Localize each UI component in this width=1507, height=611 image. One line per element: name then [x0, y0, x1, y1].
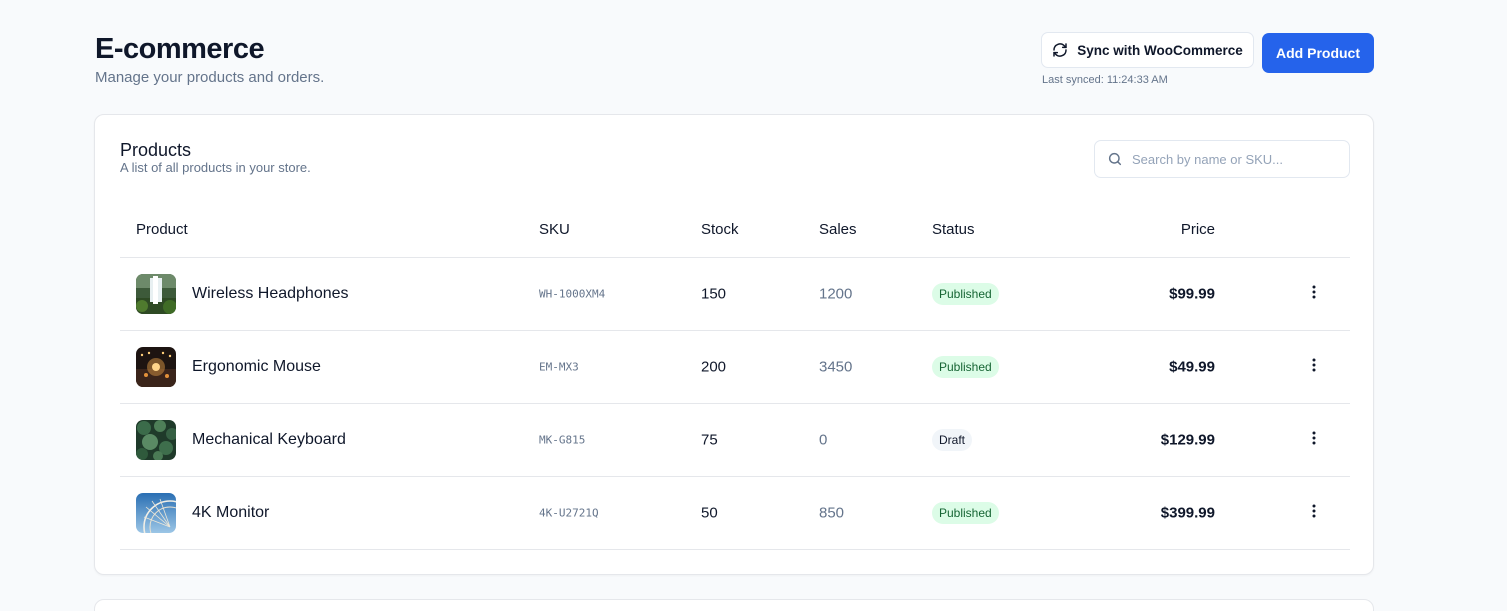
product-sku: 4K-U2721Q [539, 506, 599, 520]
column-header-sku[interactable]: SKU [539, 221, 570, 238]
product-sales: 850 [819, 504, 845, 522]
product-sales: 3450 [819, 358, 853, 376]
product-price: $129.99 [1160, 431, 1215, 449]
status-badge: Published [932, 502, 999, 524]
column-header-stock[interactable]: Stock [701, 221, 739, 238]
add-product-button[interactable]: Add Product [1262, 33, 1374, 73]
product-sales: 0 [819, 431, 828, 449]
more-vertical-icon [1306, 357, 1322, 378]
status-badge: Draft [932, 429, 973, 451]
column-header-price[interactable]: Price [1181, 221, 1215, 238]
product-thumbnail-foliage [136, 420, 176, 460]
secondary-card [94, 599, 1374, 611]
table-row[interactable]: Mechanical Keyboard MK-G815 75 0 Draft $… [120, 404, 1350, 477]
status-badge: Published [932, 356, 999, 378]
table-row[interactable]: Ergonomic Mouse EM-MX3 200 3450 Publishe… [120, 331, 1350, 404]
sync-woocommerce-button[interactable]: Sync with WooCommerce [1041, 32, 1254, 68]
product-stock: 75 [701, 431, 718, 449]
search-icon [1107, 151, 1123, 167]
product-stock: 50 [701, 504, 718, 522]
product-thumbnail-lights [136, 347, 176, 387]
products-card: Products A list of all products in your … [94, 114, 1374, 575]
product-price: $49.99 [1169, 358, 1215, 376]
ecommerce-page: E-commerce Manage your products and orde… [0, 0, 1507, 611]
page-subtitle: Manage your products and orders. [95, 69, 325, 86]
refresh-icon [1052, 42, 1068, 58]
product-sku: MK-G815 [539, 433, 586, 447]
more-vertical-icon [1306, 430, 1322, 451]
search-input[interactable] [1132, 151, 1342, 167]
product-sku: WH-1000XM4 [539, 287, 606, 301]
column-header-status[interactable]: Status [932, 221, 975, 238]
more-vertical-icon [1306, 284, 1322, 305]
column-header-product[interactable]: Product [136, 221, 188, 238]
more-vertical-icon [1306, 503, 1322, 524]
product-name[interactable]: Ergonomic Mouse [192, 358, 321, 376]
product-sku: EM-MX3 [539, 360, 579, 374]
product-name[interactable]: Wireless Headphones [192, 285, 349, 303]
product-name[interactable]: 4K Monitor [192, 504, 269, 522]
table-row[interactable]: 4K Monitor 4K-U2721Q 50 850 Published $3… [120, 477, 1350, 550]
product-status: Published [932, 502, 999, 524]
product-thumbnail-waterfall [136, 274, 176, 314]
search-box[interactable] [1094, 140, 1350, 178]
product-stock: 150 [701, 285, 727, 303]
product-status: Published [932, 283, 999, 305]
last-synced-text: Last synced: 11:24:33 AM [1042, 74, 1168, 86]
page-title: E-commerce [95, 33, 265, 65]
product-thumbnail-ferris-wheel [136, 493, 176, 533]
table-row[interactable]: Wireless Headphones WH-1000XM4 150 1200 … [120, 258, 1350, 331]
products-table: Product SKU Stock Sales Status Price Wir… [120, 195, 1350, 550]
row-actions-button[interactable] [1306, 357, 1322, 378]
product-status: Draft [932, 429, 973, 451]
product-name[interactable]: Mechanical Keyboard [192, 431, 346, 449]
products-card-title: Products [120, 140, 192, 160]
product-sales: 1200 [819, 285, 853, 303]
products-card-subtitle: A list of all products in your store. [120, 160, 311, 175]
sync-button-label: Sync with WooCommerce [1077, 42, 1243, 58]
row-actions-button[interactable] [1306, 430, 1322, 451]
product-stock: 200 [701, 358, 727, 376]
product-price: $99.99 [1169, 285, 1215, 303]
column-header-sales[interactable]: Sales [819, 221, 857, 238]
row-actions-button[interactable] [1306, 284, 1322, 305]
status-badge: Published [932, 283, 999, 305]
product-price: $399.99 [1160, 504, 1215, 522]
product-status: Published [932, 356, 999, 378]
row-actions-button[interactable] [1306, 503, 1322, 524]
table-header: Product SKU Stock Sales Status Price [120, 195, 1350, 258]
